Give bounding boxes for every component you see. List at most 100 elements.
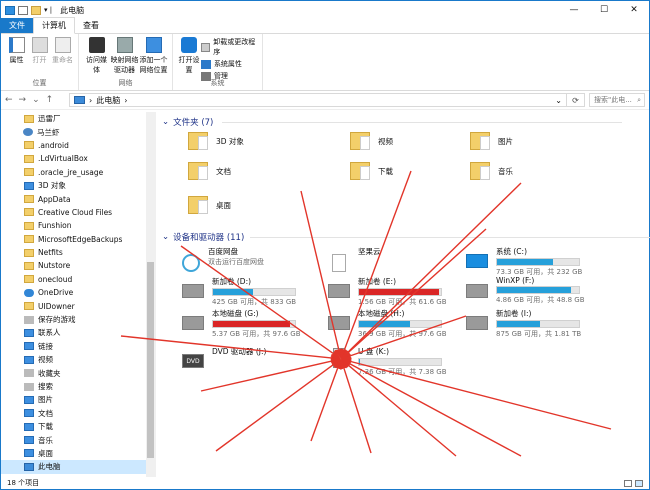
sidebar-item[interactable]: 链接 (1, 340, 155, 353)
access-media-button[interactable]: 访问媒体 (83, 37, 110, 75)
open-button[interactable]: 打开 (28, 37, 51, 65)
folder-item[interactable]: 音乐 (470, 162, 513, 180)
drive-item[interactable]: WinXP (F:) 4.86 GB 可用，共 48.8 GB (466, 276, 585, 305)
folder-icon (470, 132, 490, 150)
properties-button[interactable]: 属性 (5, 37, 28, 65)
address-bar[interactable]: › 此电脑 › ⌄ (69, 93, 567, 107)
sidebar-item[interactable]: .LdVirtualBox (1, 152, 155, 165)
system-properties-button[interactable]: 系统属性 (200, 59, 258, 69)
properties-icon (8, 37, 25, 53)
folder-item[interactable]: 文档 (188, 162, 231, 180)
sidebar-item[interactable]: 3D 对象 (1, 179, 155, 192)
sidebar-item[interactable]: Funshion (1, 219, 155, 232)
folder-item[interactable]: 下载 (350, 162, 393, 180)
folder-item[interactable]: 图片 (470, 132, 513, 150)
drive-item[interactable]: 新加卷 (E:) 1.56 GB 可用，共 61.6 GB (328, 276, 447, 307)
sidebar-item[interactable]: .oracle_jre_usage (1, 166, 155, 179)
drive-name: U 盘 (K:) (358, 347, 390, 356)
drives-section-header[interactable]: ⌄ 设备和驱动器 (11) (162, 231, 650, 243)
sidebar-item[interactable]: 桌面 (1, 447, 155, 460)
tab-computer[interactable]: 计算机 (33, 17, 75, 34)
drive-item[interactable]: 系统 (C:) 73.3 GB 可用，共 232 GB (466, 246, 582, 277)
sidebar-item[interactable]: 迅雷厂 (1, 112, 155, 125)
drive-name: 新加卷 (D:) (212, 277, 252, 286)
library-icon (24, 315, 34, 324)
check-icon (200, 59, 211, 69)
breadcrumb-sep-icon[interactable]: › (124, 96, 127, 105)
search-input[interactable]: 搜索"此电... ⌕ (589, 93, 645, 107)
sidebar-item[interactable]: OneDrive (1, 286, 155, 299)
open-settings-button[interactable]: 打开设置 (177, 37, 201, 75)
drive-item[interactable]: 新加卷 (I:) 875 GB 可用，共 1.81 TB (466, 308, 581, 339)
sidebar-item[interactable]: onecloud (1, 273, 155, 286)
folder-icon (24, 275, 34, 284)
sidebar-item[interactable]: 文档 (1, 407, 155, 420)
forward-arrow-icon[interactable]: → (19, 95, 27, 105)
drive-usage-bar (496, 258, 580, 266)
app-icon (5, 5, 15, 15)
sidebar-item[interactable]: 搜索 (1, 380, 155, 393)
sidebar-scrollbar[interactable] (146, 112, 155, 477)
sidebar-item[interactable]: Creative Cloud Files (1, 206, 155, 219)
close-button[interactable]: ✕ (619, 1, 649, 19)
rename-button[interactable]: 重命名 (51, 37, 74, 65)
drive-item[interactable]: 新加卷 (D:) 425 GB 可用，共 833 GB (182, 276, 296, 307)
dvd-drive-icon: DVD (182, 354, 204, 368)
properties-quick-icon[interactable] (18, 5, 28, 15)
sidebar-item[interactable]: UIDowner (1, 299, 155, 312)
sidebar-item[interactable]: 联系人 (1, 326, 155, 339)
tab-file[interactable]: 文件 (1, 18, 33, 33)
up-arrow-icon[interactable]: ↑ (46, 95, 54, 105)
drive-item[interactable]: 本地磁盘 (H:) 36.9 GB 可用，共 97.6 GB (328, 308, 447, 339)
maximize-button[interactable]: ☐ (589, 1, 619, 19)
drive-item[interactable]: U 盘 (K:) 7.36 GB 可用，共 7.38 GB (328, 346, 447, 377)
tab-view[interactable]: 查看 (75, 18, 107, 33)
sidebar-item[interactable]: 视频 (1, 353, 155, 366)
sidebar-item[interactable]: .android (1, 139, 155, 152)
folder-label: 下载 (378, 166, 393, 176)
quick-access-dropdown-icon[interactable]: ▾ | (44, 6, 52, 14)
drive-item[interactable]: 本地磁盘 (G:) 5.37 GB 可用，共 97.6 GB (182, 308, 301, 339)
sidebar-item-label: 文档 (38, 408, 53, 418)
recent-dropdown-icon[interactable]: ⌄ (32, 95, 40, 105)
sidebar-item[interactable]: AppData (1, 192, 155, 205)
drive-item[interactable]: 坚果云 (328, 246, 381, 272)
sidebar-item[interactable]: 图片 (1, 393, 155, 406)
breadcrumb-sep-icon[interactable]: › (89, 96, 92, 105)
drive-item[interactable]: DVD DVD 驱动器 (J:) (182, 346, 266, 368)
folder-item[interactable]: 桌面 (188, 196, 231, 214)
scrollbar-thumb[interactable] (147, 262, 154, 458)
refresh-button[interactable]: ⟳ (567, 93, 585, 107)
folder-item[interactable]: 3D 对象 (188, 132, 244, 150)
sidebar-item[interactable]: MicrosoftEdgeBackups (1, 233, 155, 246)
sidebar-item[interactable]: 收藏夹 (1, 366, 155, 379)
breadcrumb-this-pc[interactable]: 此电脑 (96, 95, 120, 106)
sidebar-item[interactable]: Nutstore (1, 259, 155, 272)
map-network-drive-button[interactable]: 映射网络驱动器 (110, 37, 139, 75)
large-icons-view-icon[interactable] (635, 479, 643, 487)
sidebar-item-label: AppData (38, 194, 71, 204)
gear-icon (180, 37, 197, 53)
add-network-location-button[interactable]: 添加一个网络位置 (139, 37, 168, 75)
new-folder-quick-icon[interactable] (31, 5, 41, 15)
uninstall-program-button[interactable]: 卸载或更改程序 (200, 37, 258, 57)
folder-icon (24, 221, 34, 230)
sidebar-item[interactable]: 马兰虾 (1, 125, 155, 138)
folder-item[interactable]: 视频 (350, 132, 393, 150)
back-arrow-icon[interactable]: ← (5, 95, 13, 105)
address-dropdown-icon[interactable]: ⌄ (555, 96, 562, 105)
drive-item[interactable]: 百度网盘 双击运行百度网盘 (182, 246, 264, 272)
drive-usage-bar (496, 320, 580, 328)
library-icon (24, 342, 34, 351)
details-view-icon[interactable] (624, 479, 632, 487)
library-icon (24, 328, 34, 337)
drive-name: 新加卷 (I:) (496, 309, 532, 318)
folders-section-header[interactable]: ⌄ 文件夹 (7) (162, 116, 622, 128)
sidebar-item[interactable]: 下载 (1, 420, 155, 433)
minimize-button[interactable]: — (559, 1, 589, 19)
sidebar-item[interactable]: Netfits (1, 246, 155, 259)
sidebar-item[interactable]: 音乐 (1, 433, 155, 446)
sidebar-item[interactable]: 此电脑 (1, 460, 155, 474)
sidebar-item[interactable]: 保存的游戏 (1, 313, 155, 326)
sidebar-item-label: 联系人 (38, 328, 61, 338)
